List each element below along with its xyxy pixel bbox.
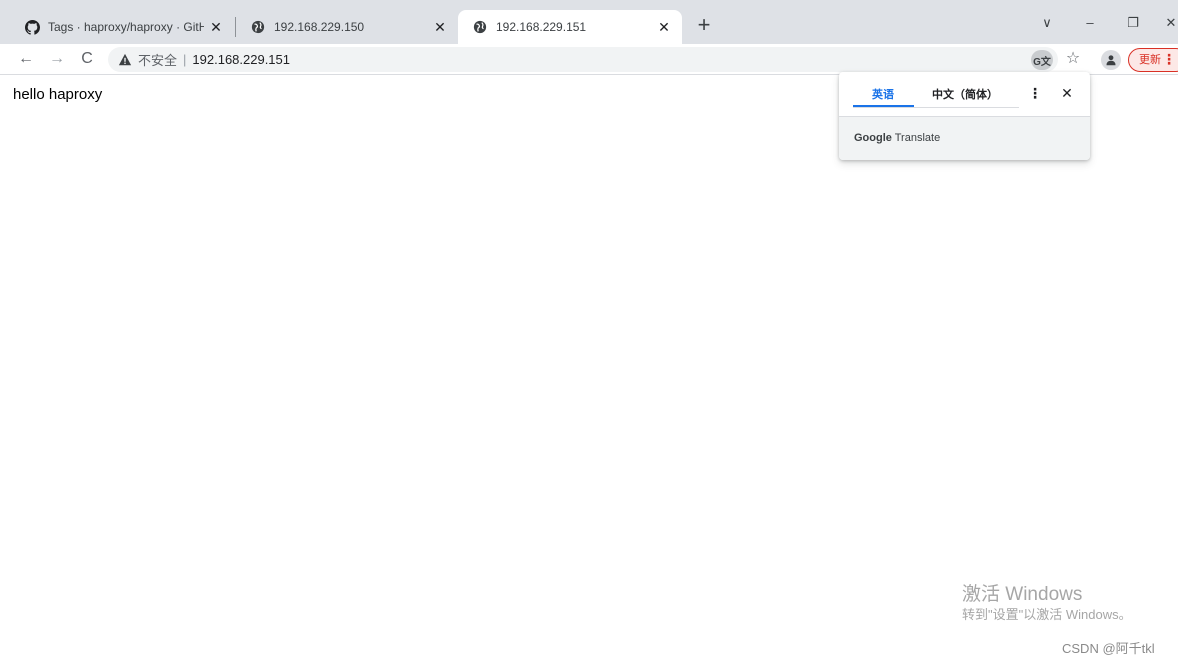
brand-translate: Translate: [894, 132, 941, 144]
restore-icon[interactable]: ❐: [1120, 10, 1146, 36]
windows-activation-title: 激活 Windows: [962, 584, 1083, 605]
github-icon: [24, 19, 40, 35]
close-icon[interactable]: ✕: [208, 19, 224, 35]
profile-avatar-icon[interactable]: [1101, 50, 1121, 70]
tab-github-tags[interactable]: Tags · haproxy/haproxy · GitHub ✕: [10, 10, 234, 44]
security-status-label[interactable]: 不安全: [138, 50, 177, 69]
close-popup-icon[interactable]: ✕: [1059, 84, 1075, 102]
tab-title: Tags · haproxy/haproxy · GitHub: [48, 20, 204, 34]
new-tab-button[interactable]: +: [692, 14, 716, 38]
translate-popup: 英语 中文（简体） ⋮ ✕ Google Translate: [839, 72, 1090, 160]
globe-icon: [472, 19, 488, 35]
forward-button[interactable]: →: [46, 48, 68, 70]
window-close-icon[interactable]: ✕: [1158, 10, 1178, 36]
tab-strip: Tags · haproxy/haproxy · GitHub ✕ 192.16…: [0, 0, 1178, 44]
tab-search-dropdown-icon[interactable]: ∨: [1034, 10, 1060, 36]
back-button[interactable]: ←: [15, 48, 37, 70]
menu-dots-icon[interactable]: ⋮: [1162, 48, 1176, 70]
reload-button[interactable]: C: [76, 48, 98, 70]
google-translate-brand: Google Translate: [854, 132, 940, 144]
bookmark-star-icon[interactable]: ☆: [1062, 48, 1084, 70]
url-separator: |: [183, 52, 187, 67]
csdn-watermark: CSDN @阿千tkl: [1062, 641, 1155, 656]
brand-google: Google: [854, 132, 892, 144]
address-bar[interactable]: 不安全 | 192.168.229.151: [108, 47, 1058, 72]
active-tab-indicator: [853, 105, 914, 107]
tab-target-language[interactable]: 中文（简体）: [932, 86, 998, 102]
windows-activation-hint: 转到"设置"以激活 Windows。: [962, 607, 1132, 622]
minimize-icon[interactable]: –: [1077, 10, 1103, 36]
tab-source-language[interactable]: 英语: [872, 86, 894, 102]
url-text[interactable]: 192.168.229.151: [192, 52, 290, 67]
globe-icon: [250, 19, 266, 35]
tab-ip-150[interactable]: 192.168.229.150 ✕: [236, 10, 458, 44]
popup-footer: Google Translate: [839, 116, 1090, 160]
close-icon[interactable]: ✕: [656, 19, 672, 35]
translate-icon[interactable]: G文: [1031, 50, 1053, 70]
language-tabs: 英语 中文（简体）: [853, 82, 1019, 108]
close-icon[interactable]: ✕: [432, 19, 448, 35]
tab-title: 192.168.229.151: [496, 20, 587, 34]
tab-title: 192.168.229.150: [274, 20, 365, 34]
page-body-text: hello haproxy: [13, 86, 103, 103]
browser-toolbar: ← → C 不安全 | 192.168.229.151 G文 ☆ 更新 ⋮: [0, 44, 1178, 75]
warning-icon[interactable]: [118, 53, 132, 67]
tab-ip-151-active[interactable]: 192.168.229.151 ✕: [458, 10, 682, 44]
more-options-icon[interactable]: ⋮: [1027, 84, 1043, 102]
